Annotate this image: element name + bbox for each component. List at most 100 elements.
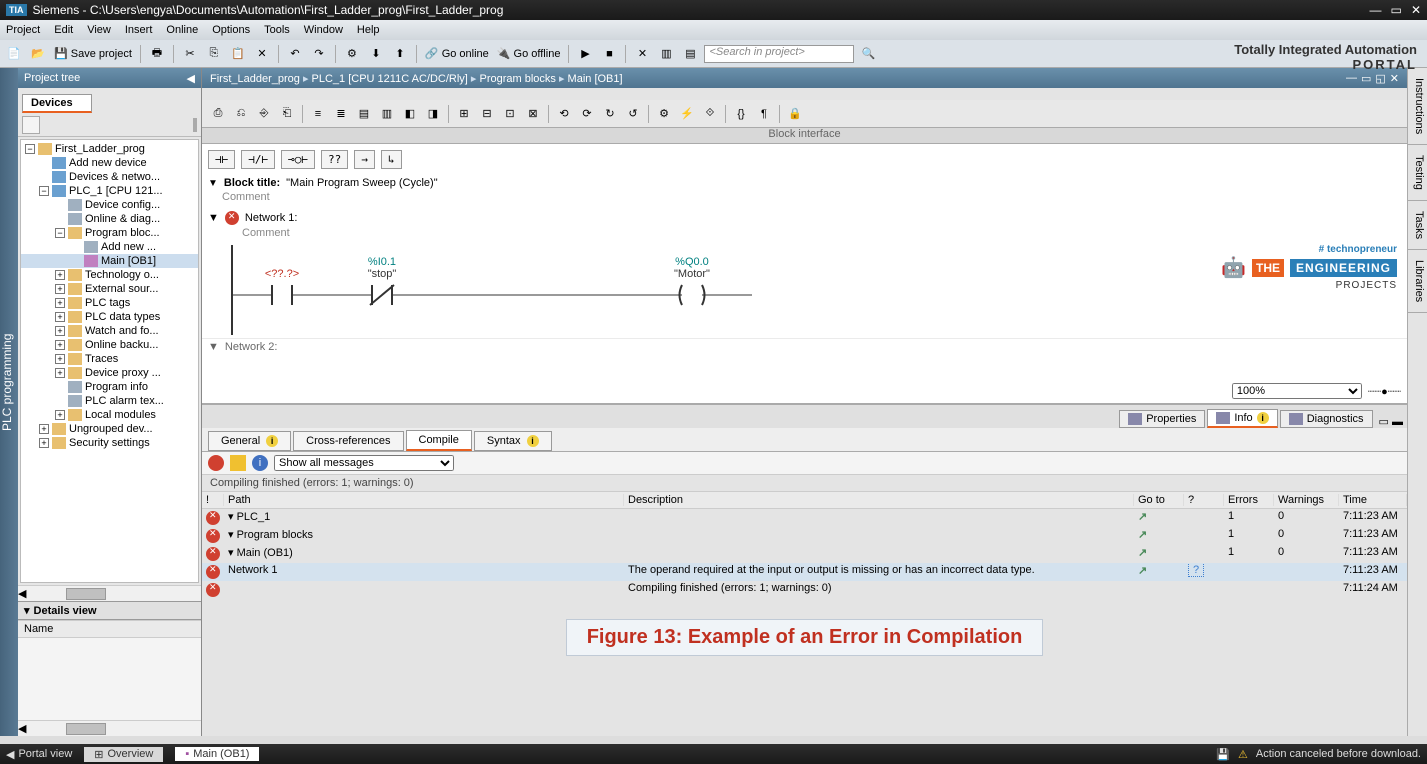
et-icon[interactable]: ⟐: [700, 104, 720, 124]
menu-options[interactable]: Options: [212, 24, 250, 36]
panel-layout-icon[interactable]: ▭ ▬: [1379, 416, 1403, 428]
ladder-tool[interactable]: →: [354, 150, 375, 169]
tree-tool-icon[interactable]: [22, 116, 40, 134]
tree-node[interactable]: +Online backu...: [21, 338, 198, 352]
et-icon[interactable]: ◨: [423, 104, 443, 124]
info-tab-info[interactable]: Info i: [1207, 409, 1277, 428]
menu-project[interactable]: Project: [6, 24, 40, 36]
filter-info-icon[interactable]: i: [252, 455, 268, 471]
left-strip-label[interactable]: PLC programming: [0, 68, 18, 736]
collapse-icon[interactable]: ▼: [208, 178, 218, 189]
et-icon[interactable]: ⟲: [554, 104, 574, 124]
tag1-label[interactable]: <??.?>: [265, 268, 299, 280]
details-hscroll[interactable]: ◀: [18, 720, 201, 736]
message-row[interactable]: Compiling finished (errors: 1; warnings:…: [202, 581, 1407, 599]
tree-node[interactable]: −Program bloc...: [21, 226, 198, 240]
tree-node[interactable]: Device config...: [21, 198, 198, 212]
tree-node[interactable]: +Device proxy ...: [21, 366, 198, 380]
tree-node[interactable]: +PLC tags: [21, 296, 198, 310]
paste-icon[interactable]: 📋: [228, 44, 248, 64]
et-icon[interactable]: ⎌: [231, 104, 251, 124]
undo-icon[interactable]: ↶: [285, 44, 305, 64]
block-comment[interactable]: Comment: [202, 191, 1407, 209]
project-tree[interactable]: −First_Ladder_progAdd new deviceDevices …: [20, 139, 199, 583]
compile-icon[interactable]: ⚙: [342, 44, 362, 64]
et-icon[interactable]: ⚡: [677, 104, 697, 124]
editor-restore-icon[interactable]: ◱: [1375, 72, 1385, 85]
editor-max-icon[interactable]: ▭: [1361, 72, 1371, 85]
menu-window[interactable]: Window: [304, 24, 343, 36]
inner-tab-cross-references[interactable]: Cross-references: [293, 431, 403, 451]
et-icon[interactable]: ⎆: [254, 104, 274, 124]
right-tab-instructions[interactable]: Instructions: [1408, 68, 1427, 145]
cut-icon[interactable]: ✂: [180, 44, 200, 64]
et-icon[interactable]: ◧: [400, 104, 420, 124]
menu-help[interactable]: Help: [357, 24, 380, 36]
et-icon[interactable]: ▥: [377, 104, 397, 124]
et-icon[interactable]: ⊡: [500, 104, 520, 124]
statusbar-tab-overview[interactable]: ⊞ Overview: [84, 747, 163, 762]
go-offline-button[interactable]: 🔌 Go offline: [497, 47, 561, 60]
right-tab-tasks[interactable]: Tasks: [1408, 201, 1427, 250]
ladder-editor[interactable]: ⊣⊢⊣/⊢⊸○⊢??→↳ ▼ Block title: "Main Progra…: [202, 144, 1407, 404]
menu-tools[interactable]: Tools: [264, 24, 290, 36]
zoom-slider-icon[interactable]: ┈┈●┈┈: [1368, 385, 1401, 398]
tree-node[interactable]: +Security settings: [21, 436, 198, 450]
et-icon[interactable]: ≣: [331, 104, 351, 124]
right-tab-testing[interactable]: Testing: [1408, 145, 1427, 201]
tree-node[interactable]: −PLC_1 [CPU 121...: [21, 184, 198, 198]
split2-icon[interactable]: ▤: [680, 44, 700, 64]
ladder-tool[interactable]: ⊣⊢: [208, 150, 235, 169]
details-view-header[interactable]: ▾Details view: [18, 601, 201, 620]
et-icon[interactable]: ↻: [600, 104, 620, 124]
message-row[interactable]: Network 1The operand required at the inp…: [202, 563, 1407, 581]
tree-node[interactable]: +Ungrouped dev...: [21, 422, 198, 436]
tree-node[interactable]: +Watch and fo...: [21, 324, 198, 338]
et-icon[interactable]: ⟳: [577, 104, 597, 124]
info-tab-diagnostics[interactable]: Diagnostics: [1280, 410, 1373, 428]
et-icon[interactable]: 🔒: [785, 104, 805, 124]
tree-hscroll[interactable]: ◀: [18, 585, 201, 601]
et-icon[interactable]: {}: [731, 104, 751, 124]
ladder-tool[interactable]: ↳: [381, 150, 402, 169]
tree-view2-icon[interactable]: [195, 118, 197, 132]
message-row[interactable]: ▾ Program blocks↗107:11:23 AM: [202, 527, 1407, 545]
collapse-icon[interactable]: ▼: [208, 212, 219, 224]
tree-node[interactable]: Online & diag...: [21, 212, 198, 226]
message-filter-select[interactable]: Show all messages: [274, 455, 454, 471]
save-project-button[interactable]: 💾 Save project: [54, 47, 132, 60]
ladder-tool[interactable]: ⊸○⊢: [281, 150, 315, 169]
inner-tab-general[interactable]: Generali: [208, 431, 291, 451]
menu-view[interactable]: View: [87, 24, 111, 36]
et-icon[interactable]: ▤: [354, 104, 374, 124]
et-icon[interactable]: ⚙: [654, 104, 674, 124]
et-icon[interactable]: ⊞: [454, 104, 474, 124]
redo-icon[interactable]: ↷: [309, 44, 329, 64]
zoom-select[interactable]: 100%: [1232, 383, 1362, 399]
et-icon[interactable]: ⊠: [523, 104, 543, 124]
inner-tab-compile[interactable]: Compile: [406, 430, 472, 451]
go-online-button[interactable]: 🔗 Go online: [425, 47, 489, 60]
upload-icon[interactable]: ⬆: [390, 44, 410, 64]
tree-node[interactable]: −First_Ladder_prog: [21, 142, 198, 156]
tree-node[interactable]: Main [OB1]: [21, 254, 198, 268]
message-row[interactable]: ▾ Main (OB1)↗107:11:23 AM: [202, 545, 1407, 563]
et-icon[interactable]: ↺: [623, 104, 643, 124]
open-project-icon[interactable]: 📂: [28, 44, 48, 64]
zoom-control[interactable]: 100% ┈┈●┈┈: [1232, 383, 1401, 399]
start-cpu-icon[interactable]: ▶: [575, 44, 595, 64]
tree-node[interactable]: Add new ...: [21, 240, 198, 254]
new-project-icon[interactable]: 📄: [4, 44, 24, 64]
tree-node[interactable]: +PLC data types: [21, 310, 198, 324]
download-icon[interactable]: ⬇: [366, 44, 386, 64]
devices-tab[interactable]: Devices: [22, 94, 92, 113]
collapse-panel-icon[interactable]: ◀: [187, 72, 195, 85]
editor-min-icon[interactable]: —: [1346, 72, 1357, 85]
portal-view-button[interactable]: ◀ Portal view: [6, 748, 72, 761]
et-icon[interactable]: ⊟: [477, 104, 497, 124]
statusbar-tab-main[interactable]: ▪ Main (OB1): [175, 747, 259, 761]
inner-tab-syntax[interactable]: Syntaxi: [474, 431, 552, 451]
message-row[interactable]: ▾ PLC_1↗107:11:23 AM: [202, 509, 1407, 527]
breadcrumb-item[interactable]: First_Ladder_prog: [210, 73, 300, 85]
close-icon[interactable]: ✕: [1411, 3, 1421, 17]
